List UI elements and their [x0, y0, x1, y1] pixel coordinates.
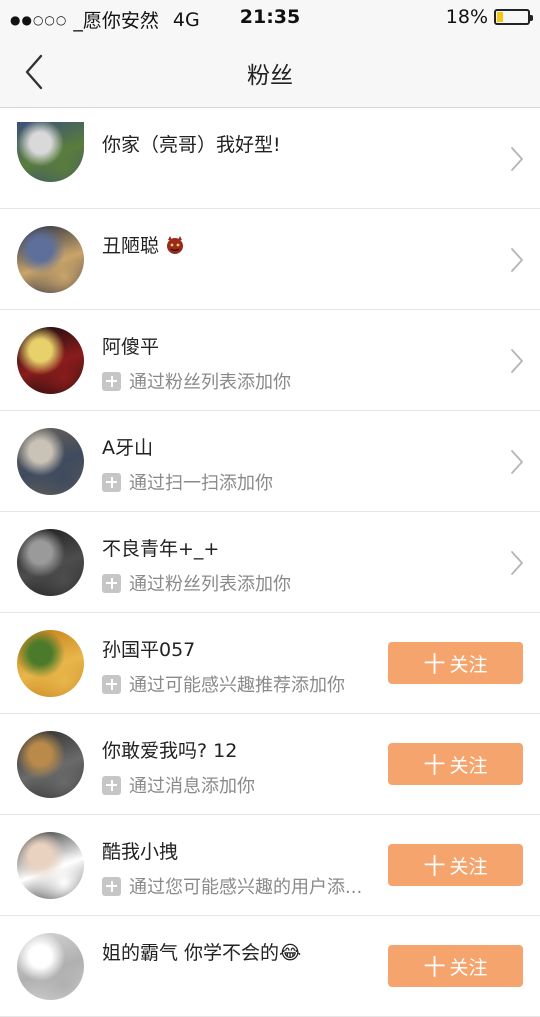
battery-icon — [494, 9, 533, 25]
fan-row[interactable]: 丑陋聪 — [0, 209, 540, 310]
fan-name-text: 孙国平057 — [102, 639, 196, 661]
status-right: 18% — [445, 6, 533, 28]
fan-source-text: 通过扫一扫添加你 — [129, 473, 273, 494]
follow-label: 关注 — [449, 956, 488, 979]
fan-name-text: 丑陋聪 — [102, 235, 160, 257]
fan-name-text: A牙山 — [102, 437, 153, 459]
avatar[interactable] — [17, 630, 84, 697]
add-source-icon — [102, 371, 121, 391]
fan-name-text: 酷我小拽 — [102, 841, 179, 863]
status-bar: ●●○○○ _愿你安然 4G 21:35 18% — [0, 0, 540, 36]
avatar[interactable] — [17, 327, 84, 394]
fan-row[interactable]: 阿傻平通过粉丝列表添加你 — [0, 310, 540, 411]
add-source-icon — [102, 674, 121, 694]
avatar[interactable] — [17, 226, 84, 293]
plus-icon: 十 — [423, 956, 446, 981]
follow-button[interactable]: 十关注 — [388, 844, 523, 886]
follow-button[interactable]: 十关注 — [388, 743, 523, 785]
avatar[interactable] — [17, 122, 84, 182]
avatar[interactable] — [17, 933, 84, 1000]
add-source-icon — [102, 573, 121, 593]
follow-button[interactable]: 十关注 — [388, 945, 523, 987]
fan-name-text: 姐的霸气 你学不会的😂 — [102, 942, 302, 964]
follow-label: 关注 — [449, 653, 488, 676]
fan-source-text: 通过粉丝列表添加你 — [129, 372, 291, 393]
fan-row: 姐的霸气 你学不会的😂 十关注 — [0, 916, 540, 1017]
chevron-right-icon — [510, 348, 524, 374]
page-title: 粉丝 — [247, 63, 293, 89]
navigation-bar: 粉丝 — [0, 36, 540, 108]
devil-face-icon — [165, 235, 185, 255]
add-source-icon — [102, 876, 121, 896]
fan-source-text: 通过粉丝列表添加你 — [129, 574, 291, 595]
fan-name: A牙山 — [102, 433, 153, 460]
fan-name: 酷我小拽 — [102, 837, 178, 864]
follow-button[interactable]: 十关注 — [388, 642, 523, 684]
follow-label: 关注 — [449, 754, 488, 777]
chevron-right-icon — [510, 550, 524, 576]
fan-name: 阿傻平 — [102, 332, 159, 359]
fan-source: 通过可能感兴趣推荐添加你 — [102, 671, 345, 697]
chevron-right-icon — [510, 247, 524, 273]
fan-row: 酷我小拽通过您可能感兴趣的用户添... 十关注 — [0, 815, 540, 916]
fan-row[interactable]: 不良青年+_+ 通过粉丝列表添加你 — [0, 512, 540, 613]
fan-row: 你敢爱我吗? 12 通过消息添加你 十关注 — [0, 714, 540, 815]
fan-source-text: 通过您可能感兴趣的用户添... — [129, 877, 363, 898]
fan-source: 通过您可能感兴趣的用户添... — [102, 873, 362, 899]
fan-name: 姐的霸气 你学不会的😂 — [102, 938, 301, 965]
avatar[interactable] — [17, 832, 84, 899]
fan-name: 孙国平057 — [102, 635, 195, 662]
fan-name: 你敢爱我吗? 12 — [102, 736, 237, 763]
add-source-icon — [102, 472, 121, 492]
follow-label: 关注 — [449, 855, 488, 878]
battery-level — [497, 12, 503, 22]
battery-percent: 18% — [445, 6, 488, 28]
fan-source: 通过粉丝列表添加你 — [102, 368, 291, 394]
fan-name: 不良青年+_+ — [102, 534, 219, 561]
fan-name-text: 不良青年+_+ — [102, 538, 220, 560]
fan-name: 丑陋聪 — [102, 231, 185, 258]
fan-source-text: 通过消息添加你 — [129, 776, 255, 797]
avatar[interactable] — [17, 428, 84, 495]
plus-icon: 十 — [423, 653, 446, 678]
avatar[interactable] — [17, 731, 84, 798]
chevron-right-icon — [510, 146, 524, 172]
fan-name: 你家（亮哥）我好型! — [102, 130, 281, 157]
fan-source: 通过消息添加你 — [102, 772, 255, 798]
fan-name-text: 阿傻平 — [102, 336, 160, 358]
plus-icon: 十 — [423, 754, 446, 779]
fan-row: 孙国平057 通过可能感兴趣推荐添加你 十关注 — [0, 613, 540, 714]
add-source-icon — [102, 775, 121, 795]
fan-name-text: 你家（亮哥）我好型! — [102, 134, 281, 156]
fan-row[interactable]: 你家（亮哥）我好型! — [0, 108, 540, 209]
fan-source: 通过粉丝列表添加你 — [102, 570, 291, 596]
fan-name-text: 你敢爱我吗? 12 — [102, 740, 238, 762]
chevron-right-icon — [510, 449, 524, 475]
fan-source: 通过扫一扫添加你 — [102, 469, 273, 495]
fan-list: 你家（亮哥）我好型! 丑陋聪 阿傻平 通过粉丝列表添加你 A牙山 通过扫一扫添加你 不良青年… — [0, 108, 540, 1017]
plus-icon: 十 — [423, 855, 446, 880]
avatar[interactable] — [17, 529, 84, 596]
fan-source-text: 通过可能感兴趣推荐添加你 — [129, 675, 345, 696]
fan-row[interactable]: A牙山通过扫一扫添加你 — [0, 411, 540, 512]
